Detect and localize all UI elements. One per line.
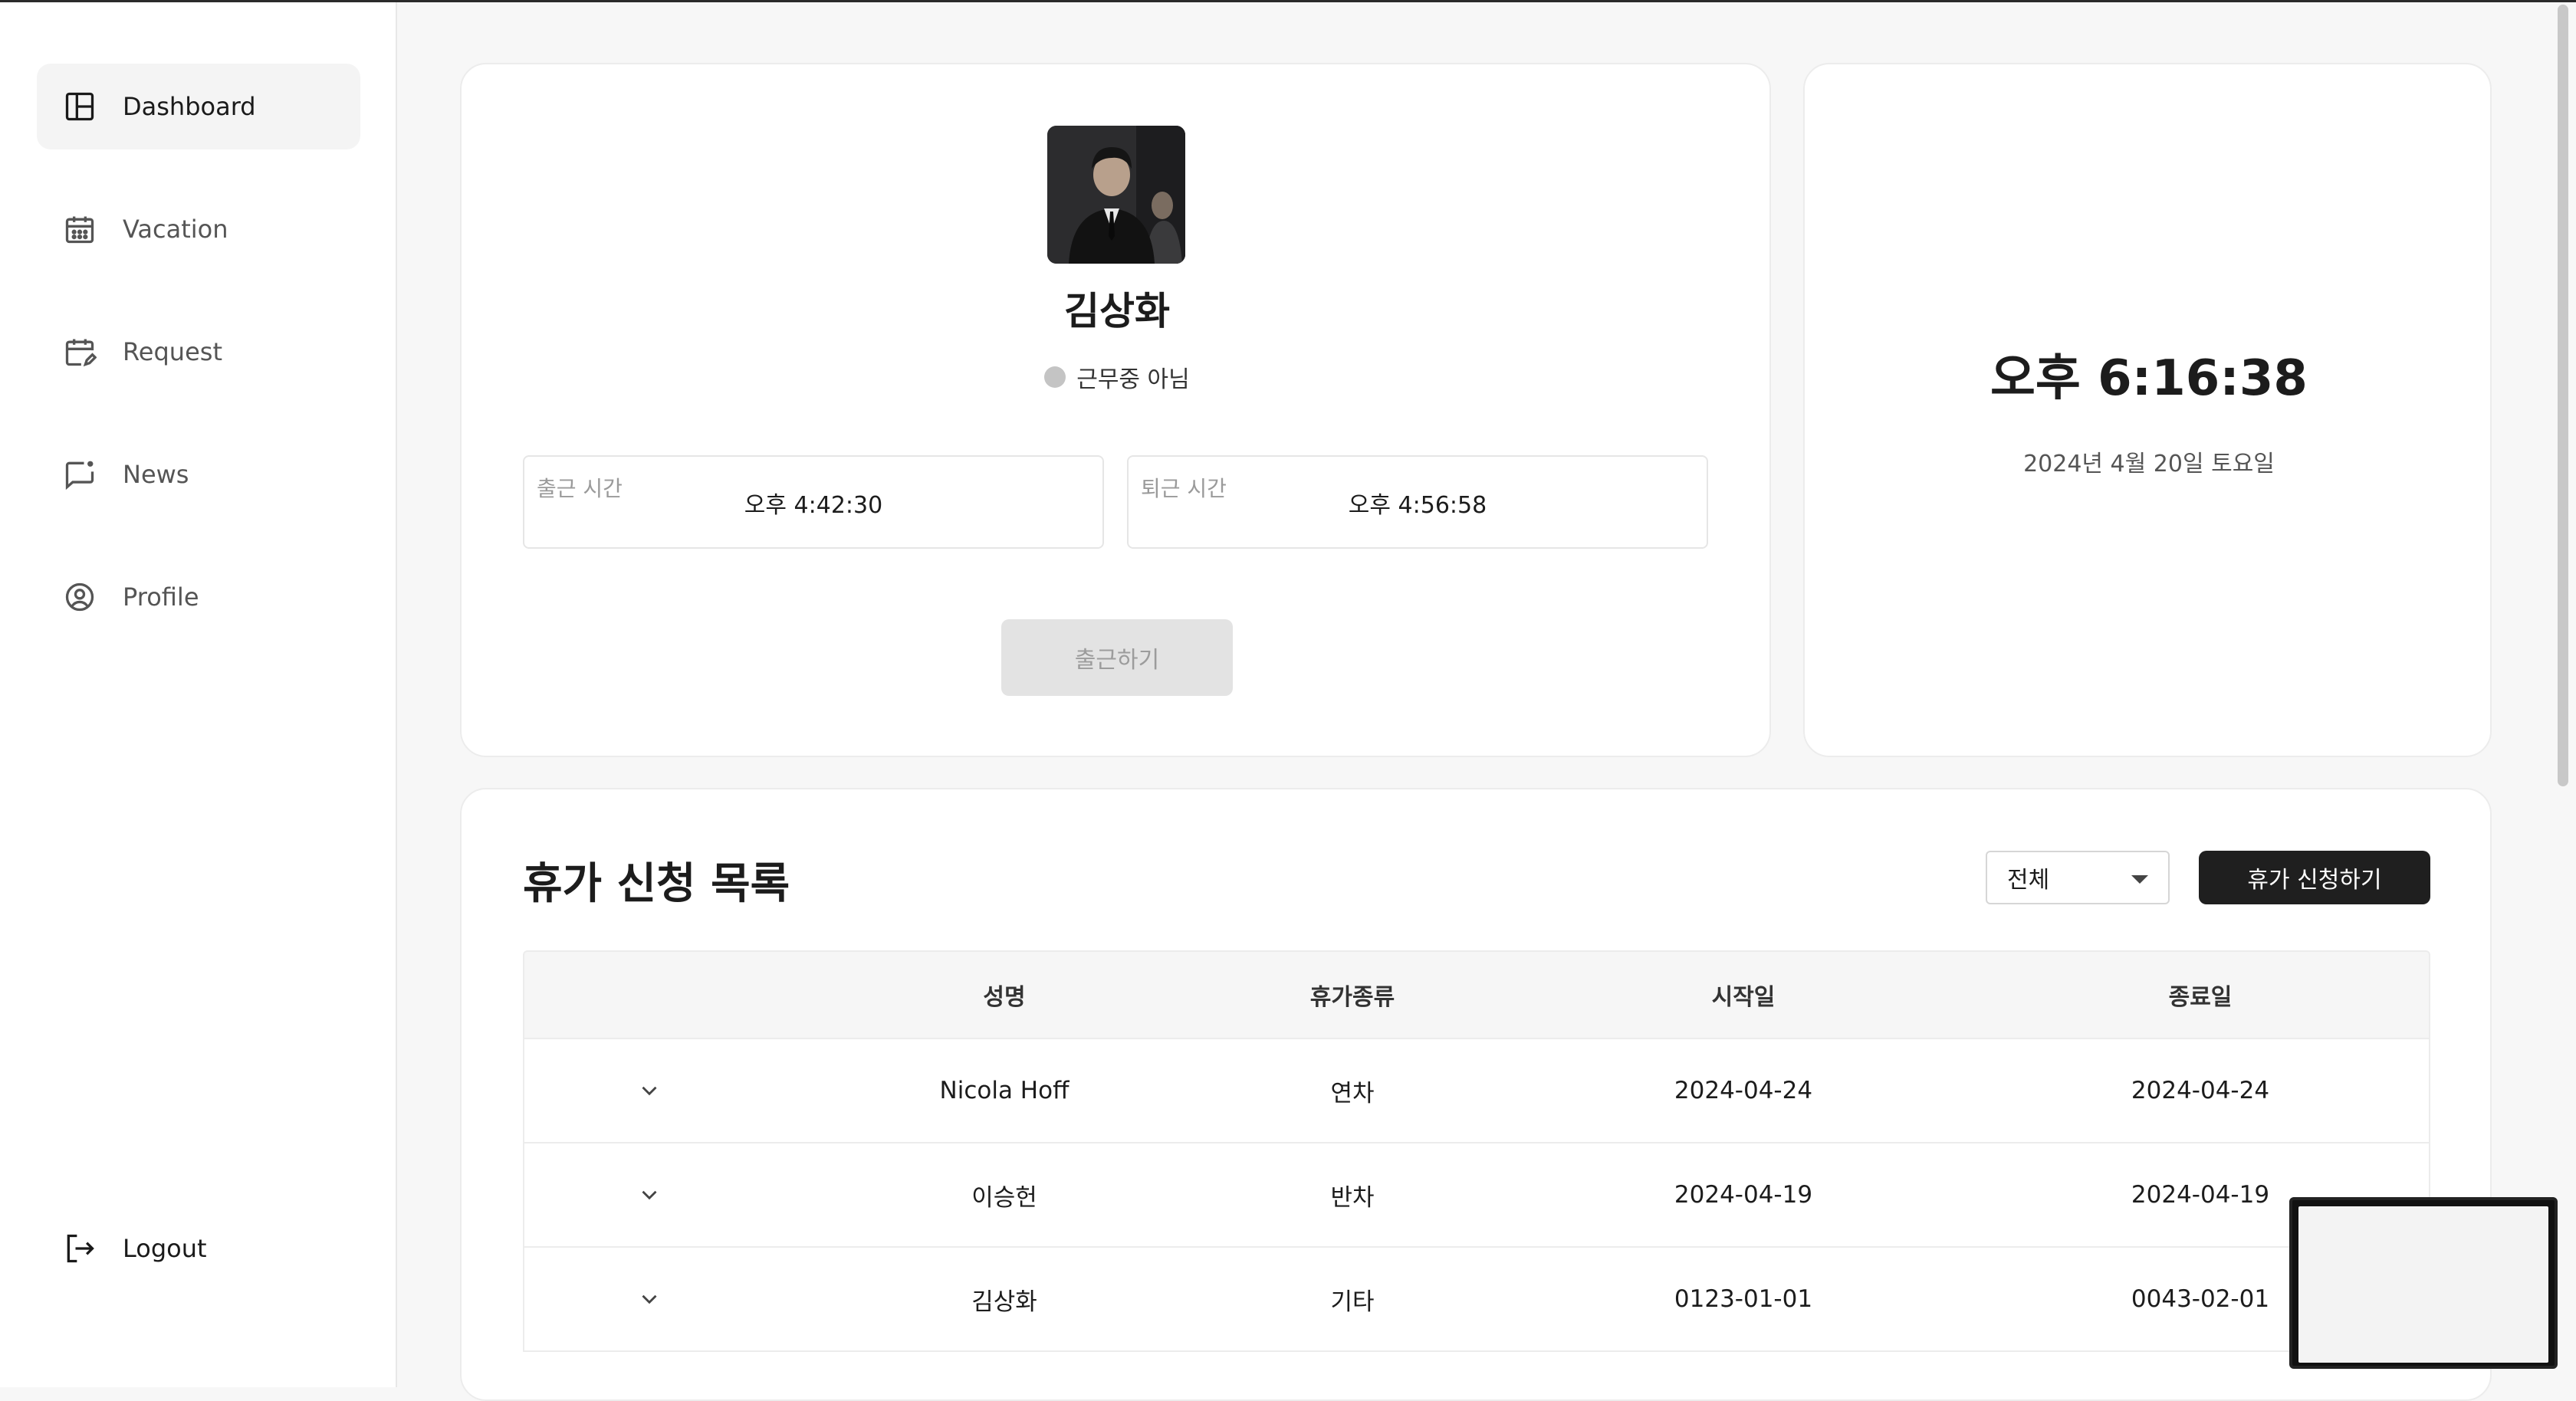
cell-start: 2024-04-24	[1674, 1077, 1813, 1104]
cell-end: 2024-04-24	[2131, 1077, 2270, 1104]
column-header-type[interactable]: 휴가종류	[1199, 952, 1506, 1038]
page-scrollbar[interactable]	[2558, 5, 2568, 786]
cell-type: 반차	[1330, 1183, 1375, 1212]
cell-start: 2024-04-19	[1674, 1181, 1813, 1209]
current-time: 오후 6:16:38	[1990, 350, 2308, 407]
logout-icon	[63, 1232, 97, 1265]
user-circle-icon	[63, 580, 97, 614]
avatar	[1047, 126, 1185, 264]
sidebar-item-vacation[interactable]: Vacation	[37, 186, 360, 272]
sidebar-item-label: Profile	[123, 582, 199, 612]
logout-button[interactable]: Logout	[37, 1206, 360, 1291]
sidebar-item-news[interactable]: News	[37, 431, 360, 517]
message-notification-icon	[63, 458, 97, 491]
sidebar: Dashboard Vacation Request News Profile	[0, 2, 397, 1387]
cell-name: Nicola Hoff	[939, 1077, 1070, 1104]
app-root: Dashboard Vacation Request News Profile	[0, 0, 2576, 1401]
checkin-time-field: 출근 시간 오후 4:42:30	[523, 455, 1104, 549]
column-header-end[interactable]: 종료일	[2047, 952, 2354, 1038]
table-row[interactable]: 김상화 기타 0123-01-01 0043-02-01	[523, 1248, 2430, 1352]
status-text: 근무중 아님	[1076, 366, 1190, 393]
checkout-time-field: 퇴근 시간 오후 4:56:58	[1127, 455, 1708, 549]
table-row[interactable]: 이승헌 반차 2024-04-19 2024-04-19	[523, 1143, 2430, 1248]
sidebar-item-label: Request	[123, 337, 222, 366]
filter-selected-value: 전체	[2007, 867, 2050, 894]
sidebar-item-profile[interactable]: Profile	[37, 554, 360, 640]
column-header	[524, 952, 774, 1038]
work-status: 근무중 아님	[462, 360, 1773, 394]
calendar-icon	[63, 212, 97, 246]
checkout-time-value: 오후 4:56:58	[1348, 492, 1487, 519]
vacation-table: 성명 휴가종류 시작일 종료일 Nicola Hoff 연차 2024-04-2…	[523, 950, 2430, 1352]
vacation-list-card: 휴가 신청 목록 전체 휴가 신청하기 성명 휴가종류 시작일 종료일 Nico…	[460, 788, 2492, 1401]
vacation-list-title: 휴가 신청 목록	[523, 859, 790, 909]
vacation-filter-select[interactable]: 전체	[1986, 851, 2170, 904]
caret-down-icon	[2131, 875, 2148, 884]
logout-label: Logout	[123, 1234, 207, 1263]
column-header-start[interactable]: 시작일	[1590, 952, 1897, 1038]
calendar-edit-icon	[63, 335, 97, 369]
status-dot-icon	[1044, 366, 1066, 388]
column-header-name[interactable]: 성명	[851, 952, 1158, 1038]
profile-card: 김상화 근무중 아님 출근 시간 오후 4:42:30 퇴근 시간 오후 4:5…	[460, 63, 1771, 757]
chevron-down-icon[interactable]	[524, 1248, 774, 1350]
screenshot-thumbnail[interactable]	[2289, 1197, 2558, 1369]
sidebar-item-label: News	[123, 460, 189, 489]
user-name: 김상화	[1064, 289, 1170, 333]
request-vacation-button[interactable]: 휴가 신청하기	[2199, 851, 2430, 904]
cell-name: 김상화	[971, 1288, 1037, 1316]
dashboard-icon	[63, 90, 97, 123]
clock-card: 오후 6:16:38 2024년 4월 20일 토요일	[1803, 63, 2492, 757]
table-header: 성명 휴가종류 시작일 종료일	[523, 950, 2430, 1039]
table-row[interactable]: Nicola Hoff 연차 2024-04-24 2024-04-24	[523, 1039, 2430, 1143]
checkin-time-value: 오후 4:42:30	[744, 492, 883, 519]
checkin-button[interactable]: 출근하기	[1001, 619, 1233, 696]
cell-type: 연차	[1330, 1079, 1375, 1107]
chevron-down-icon[interactable]	[524, 1143, 774, 1246]
thumbnail-preview	[2298, 1206, 2548, 1363]
sidebar-item-dashboard[interactable]: Dashboard	[37, 64, 360, 149]
sidebar-item-request[interactable]: Request	[37, 309, 360, 395]
sidebar-item-label: Vacation	[123, 215, 228, 244]
chevron-down-icon[interactable]	[524, 1039, 774, 1142]
cell-name: 이승헌	[971, 1183, 1037, 1212]
cell-start: 0123-01-01	[1674, 1285, 1813, 1313]
sidebar-item-label: Dashboard	[123, 92, 256, 121]
current-date: 2024년 4월 20일 토요일	[2023, 451, 2275, 477]
cell-type: 기타	[1330, 1288, 1375, 1316]
